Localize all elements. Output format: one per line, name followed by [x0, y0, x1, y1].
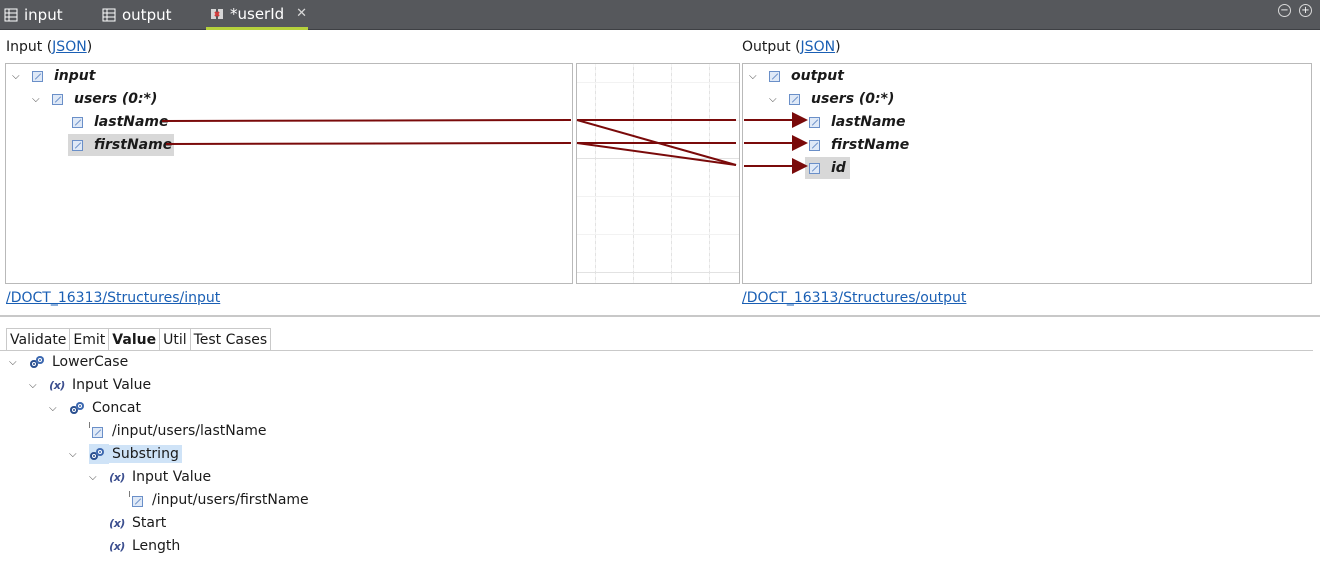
- fn-node-label: /input/users/lastName: [112, 423, 267, 439]
- element-icon: [789, 93, 800, 105]
- fn-node-label: Input Value: [132, 469, 212, 485]
- tab-test-cases[interactable]: Test Cases: [190, 328, 272, 351]
- fn-node-input-value[interactable]: ⌵ (x) Input Value: [29, 374, 154, 396]
- fn-node-substring[interactable]: ⌵ Substring: [69, 443, 182, 465]
- fn-node-input-value[interactable]: ⌵ (x) Input Value: [89, 466, 214, 488]
- chevron-down-icon[interactable]: ⌵: [9, 357, 21, 368]
- chevron-down-icon[interactable]: ⌵: [89, 472, 101, 483]
- tree-node-label: lastName: [94, 114, 169, 130]
- tree-node-lastname[interactable]: lastName: [809, 111, 908, 133]
- tree-node-label: output: [791, 68, 844, 84]
- tab-emit[interactable]: Emit: [70, 328, 110, 351]
- fn-node-label: Length: [132, 538, 181, 554]
- close-icon[interactable]: ✕: [296, 6, 307, 21]
- fn-node-label: LowerCase: [52, 354, 129, 370]
- minimize-icon[interactable]: −: [1278, 4, 1291, 17]
- element-icon: [809, 139, 820, 151]
- function-tabs: Validate Emit Value Util Test Cases: [6, 328, 272, 351]
- tree-node-input[interactable]: ⌵ input: [12, 65, 97, 87]
- fn-node-lowercase[interactable]: ⌵ LowerCase: [9, 351, 131, 373]
- sash-divider[interactable]: [0, 315, 1320, 317]
- gear-icon: [29, 356, 45, 368]
- element-icon: [769, 70, 780, 82]
- input-panel-title: Input (JSON): [6, 39, 92, 55]
- tree-node-firstname[interactable]: firstName: [809, 134, 911, 156]
- fn-node-start[interactable]: (x) Start: [109, 512, 169, 534]
- tree-node-users[interactable]: ⌵ users (0:*): [32, 88, 159, 110]
- chevron-down-icon[interactable]: ⌵: [32, 94, 44, 105]
- input-tree[interactable]: ⌵ input ⌵ users (0:*) lastName firstName: [5, 63, 573, 284]
- chevron-down-icon[interactable]: ⌵: [12, 71, 24, 82]
- output-json-link[interactable]: JSON: [801, 39, 836, 55]
- chevron-down-icon[interactable]: ⌵: [749, 71, 761, 82]
- variable-icon: (x): [109, 516, 125, 530]
- input-json-link[interactable]: JSON: [52, 39, 87, 55]
- tree-node-label: users (0:*): [811, 91, 895, 107]
- tab-divider: [0, 350, 1313, 351]
- element-icon: [72, 116, 83, 128]
- table-icon: [102, 8, 116, 22]
- tree-node-label: input: [54, 68, 96, 84]
- element-icon: [52, 93, 63, 105]
- element-icon: [809, 162, 820, 174]
- input-structure-path[interactable]: /DOCT_16313/Structures/input: [6, 290, 220, 306]
- tab-validate[interactable]: Validate: [6, 328, 71, 351]
- maximize-icon[interactable]: +: [1299, 4, 1312, 17]
- chevron-down-icon[interactable]: ⌵: [769, 94, 781, 105]
- table-icon: [4, 8, 18, 22]
- element-icon: [72, 139, 83, 151]
- tree-node-id[interactable]: id: [805, 157, 850, 179]
- field-icon: [128, 491, 143, 507]
- tree-node-users[interactable]: ⌵ users (0:*): [769, 88, 896, 110]
- input-title-prefix: Input (: [6, 39, 53, 55]
- tab-input[interactable]: input: [4, 0, 63, 30]
- fn-node-label: Concat: [92, 400, 141, 416]
- field-icon: [88, 422, 103, 438]
- tab-label: output: [122, 6, 172, 24]
- tab-label: input: [24, 6, 63, 24]
- fn-node-length[interactable]: (x) Length: [109, 535, 183, 557]
- gear-icon: [89, 448, 105, 460]
- mapping-canvas[interactable]: [576, 63, 740, 284]
- tab-value[interactable]: Value: [109, 328, 161, 351]
- output-title-prefix: Output (: [742, 39, 801, 55]
- tree-node-label: lastName: [831, 114, 906, 130]
- element-icon: [809, 116, 820, 128]
- output-tree[interactable]: ⌵ output ⌵ users (0:*) lastName firstNam…: [742, 63, 1312, 284]
- output-panel-title: Output (JSON): [742, 39, 841, 55]
- fn-node-label: Substring: [109, 445, 182, 463]
- fn-node-label: Input Value: [72, 377, 152, 393]
- tree-node-label: firstName: [831, 137, 910, 153]
- fn-node-label: Start: [132, 515, 167, 531]
- tab-util[interactable]: Util: [160, 328, 191, 351]
- chevron-down-icon[interactable]: ⌵: [49, 403, 61, 414]
- input-title-suffix: ): [86, 39, 93, 55]
- variable-icon: (x): [109, 470, 125, 484]
- tree-node-lastname[interactable]: lastName: [72, 111, 171, 133]
- chevron-down-icon[interactable]: ⌵: [69, 449, 81, 460]
- tree-node-firstname[interactable]: firstName: [68, 134, 175, 156]
- tab-output[interactable]: output: [102, 0, 171, 30]
- tree-node-output[interactable]: ⌵ output: [749, 65, 846, 87]
- tree-node-label: id: [831, 160, 846, 176]
- tab-userid[interactable]: *userId ✕: [206, 0, 308, 30]
- chevron-down-icon[interactable]: ⌵: [29, 380, 41, 391]
- mapping-icon: [211, 8, 223, 19]
- fn-node-label: /input/users/firstName: [152, 492, 309, 508]
- output-title-suffix: ): [835, 39, 841, 55]
- fn-node-firstname-path[interactable]: /input/users/firstName: [128, 489, 312, 511]
- fn-node-concat[interactable]: ⌵ Concat: [49, 397, 144, 419]
- gear-icon: [69, 402, 85, 414]
- fn-node-lastname-path[interactable]: /input/users/lastName: [88, 420, 270, 442]
- element-icon: [32, 70, 43, 82]
- variable-icon: (x): [109, 539, 125, 553]
- tree-node-label: users (0:*): [74, 91, 158, 107]
- editor-tab-bar: input output *userId ✕ − +: [0, 0, 1320, 30]
- output-structure-path[interactable]: /DOCT_16313/Structures/output: [742, 290, 966, 306]
- tab-label: *userId: [230, 4, 285, 23]
- variable-icon: (x): [49, 378, 65, 392]
- tree-node-label: firstName: [94, 137, 173, 153]
